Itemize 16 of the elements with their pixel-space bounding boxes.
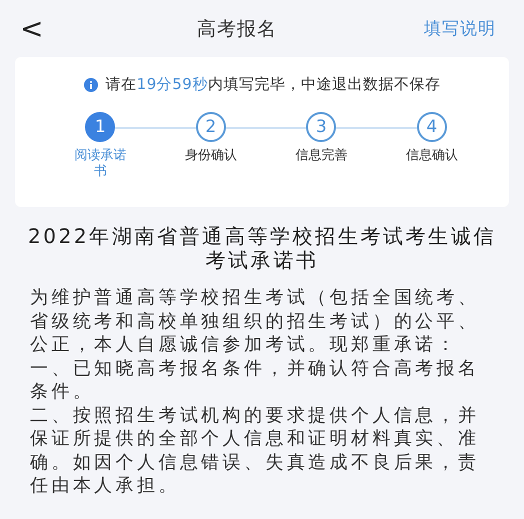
document-title: 2022年湖南省普通高等学校招生考试考生诚信考试承诺书 xyxy=(26,224,498,272)
paragraph: 一、已知晓高考报名条件，并确认符合高考报名条件。 xyxy=(30,356,480,404)
step-number: 4 xyxy=(416,112,447,142)
step-label: 信息完善 xyxy=(294,148,348,164)
time-notice: 请在19分59秒内填写完毕，中途退出数据不保存 xyxy=(106,75,440,94)
page-title: 高考报名 xyxy=(196,16,278,42)
back-button[interactable]: < xyxy=(0,12,44,45)
step-number: 3 xyxy=(306,112,336,142)
paragraph: 为维护普通高等学校招生考试（包括全国统考、省级统考和高校单独组织的招生考试）的公平、公正，本人自愿诚信参加考试。现郑重承诺： xyxy=(30,286,480,356)
step-label: 阅读承诺书 xyxy=(73,148,128,180)
step-number: 1 xyxy=(85,112,116,142)
paragraph: 二、按照招生考试机构的要求提供个人信息，并保证所提供的全部个人信息和证明材料真实、准确。如因个人信息错误、失真造成不良后果，责任由本人承担。 xyxy=(30,404,480,498)
info-icon xyxy=(84,78,98,92)
step-label: 身份确认 xyxy=(184,148,238,164)
step-number: 2 xyxy=(196,112,226,142)
step-label: 信息确认 xyxy=(404,148,459,164)
